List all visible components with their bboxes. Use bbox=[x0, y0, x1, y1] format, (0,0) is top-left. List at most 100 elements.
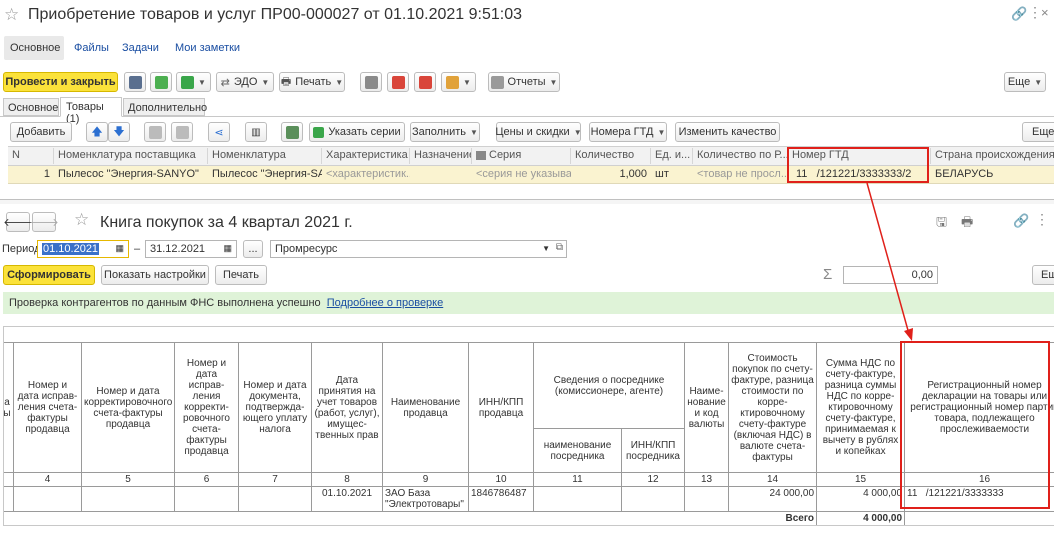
fill-button[interactable]: Заполнить ▼ bbox=[410, 122, 480, 142]
copy-button[interactable] bbox=[144, 122, 166, 142]
more-button[interactable]: Еще ▼ bbox=[1004, 72, 1046, 92]
hdr-5: Номер и дата корректировочного счета-фак… bbox=[81, 342, 175, 473]
col-country[interactable]: Страна происхождения bbox=[931, 148, 1054, 164]
journal-icon bbox=[364, 75, 378, 89]
pick-button[interactable] bbox=[281, 122, 303, 142]
menu-dots-icon[interactable]: ⋮ bbox=[1028, 4, 1042, 21]
link-icon[interactable]: 🔗 bbox=[1011, 6, 1027, 22]
nav-main[interactable]: Основное bbox=[10, 42, 60, 54]
attach-icon bbox=[446, 75, 460, 89]
close-icon[interactable]: × bbox=[1041, 5, 1049, 20]
post-close-button[interactable]: Провести и закрыть bbox=[3, 72, 118, 92]
period-select-button[interactable]: ... bbox=[243, 240, 263, 258]
colnum-10: 10 bbox=[468, 472, 534, 487]
org-value: Промресурс bbox=[275, 243, 338, 255]
chevron-down-icon: ▼ bbox=[657, 127, 666, 137]
sum-icon: Σ bbox=[823, 266, 833, 283]
nav-notes[interactable]: Мои заметки bbox=[175, 42, 240, 54]
col-series-label: Серия bbox=[489, 149, 522, 161]
cell-country: БЕЛАРУСЬ bbox=[935, 168, 994, 180]
report-more-button[interactable]: Ещ bbox=[1032, 265, 1054, 285]
chevron-down-icon: ▼ bbox=[335, 77, 344, 87]
journal-button[interactable] bbox=[360, 72, 382, 92]
series-label: Указать серии bbox=[328, 126, 401, 138]
tab-additional[interactable]: Дополнительно bbox=[123, 98, 207, 116]
star-icon[interactable]: ☆ bbox=[4, 5, 19, 25]
reports-button[interactable]: Отчеты ▼ bbox=[488, 72, 560, 92]
col-characteristic[interactable]: Характеристика bbox=[322, 148, 410, 164]
prices-button[interactable]: Цены и скидки ▼ bbox=[495, 122, 582, 142]
col-number-row: 4 5 6 7 8 9 10 11 12 13 14 15 16 bbox=[4, 472, 1054, 487]
generate-label: Сформировать bbox=[7, 269, 91, 281]
show-settings-button[interactable]: Показать настройки bbox=[101, 265, 209, 285]
reports-label: Отчеты bbox=[507, 76, 546, 88]
notice-link[interactable]: Подробнее о проверке bbox=[327, 297, 443, 309]
barcode-button[interactable]: ▥ bbox=[245, 122, 267, 142]
col-qty[interactable]: Количество bbox=[571, 148, 651, 164]
move-up-button[interactable]: 🡅 bbox=[86, 122, 108, 142]
cell-series: <серия не указыва... bbox=[476, 168, 571, 180]
colnum-6: 6 bbox=[174, 472, 239, 487]
at-kt-button[interactable] bbox=[414, 72, 436, 92]
printer-icon[interactable]: 🖶 bbox=[961, 213, 973, 235]
paste-button[interactable] bbox=[171, 122, 193, 142]
tab-goods[interactable]: Товары (1) bbox=[60, 97, 122, 125]
add-label: Добавить bbox=[16, 126, 66, 138]
link-icon[interactable]: 🔗 bbox=[1013, 213, 1029, 229]
attach-button[interactable]: ▼ bbox=[441, 72, 476, 92]
share-button[interactable]: ⋖ bbox=[208, 122, 230, 142]
move-down-button[interactable]: 🡇 bbox=[108, 122, 130, 142]
date-to-value: 31.12.2021 bbox=[150, 243, 206, 255]
chevron-down-icon: ▼ bbox=[463, 77, 471, 87]
date-to-input[interactable]: 31.12.2021 ▦ bbox=[145, 240, 237, 258]
print-report-button[interactable]: Печать bbox=[215, 265, 267, 285]
calendar-icon[interactable]: ▦ bbox=[223, 243, 232, 254]
notice-text: Проверка контрагентов по данным ФНС выпо… bbox=[9, 297, 321, 309]
star-icon[interactable]: ☆ bbox=[74, 210, 89, 230]
col-n[interactable]: N bbox=[8, 148, 54, 164]
calendar-icon[interactable]: ▦ bbox=[115, 243, 124, 254]
post-button[interactable] bbox=[150, 72, 172, 92]
col-purpose[interactable]: Назначение bbox=[410, 148, 472, 164]
menu-dots-icon[interactable]: ⋮ bbox=[1035, 211, 1049, 228]
open-icon[interactable]: ⧉ bbox=[556, 242, 563, 253]
table-row[interactable]: 01.10.2021 ЗАО База "Электротовары" 1846… bbox=[4, 486, 1054, 512]
post-close-label: Провести и закрыть bbox=[5, 76, 116, 88]
report-area: а ы Номер и дата исправ­ления счета-факт… bbox=[3, 326, 1054, 526]
barcode-icon: ▥ bbox=[251, 126, 261, 138]
save-button[interactable] bbox=[124, 72, 146, 92]
chevron-down-icon[interactable]: ▼ bbox=[542, 244, 550, 253]
nav-files[interactable]: Файлы bbox=[74, 42, 109, 54]
quality-button[interactable]: Изменить качество bbox=[675, 122, 780, 142]
print-label: Печать bbox=[295, 76, 332, 88]
add-button[interactable]: Добавить bbox=[10, 122, 72, 142]
generate-button[interactable]: Сформировать bbox=[3, 265, 95, 285]
hdr-6: Номер и дата исправ­ления корректи­ровоч… bbox=[174, 342, 239, 473]
copy-icon bbox=[148, 125, 162, 139]
date-from-input[interactable]: 01.10.2021 ▦ bbox=[37, 240, 129, 258]
gtd-button[interactable]: Номера ГТД ▼ bbox=[589, 122, 667, 142]
back-button[interactable]: 🡐 bbox=[3, 212, 33, 232]
items-more-button[interactable]: Еще bbox=[1022, 122, 1054, 142]
dt-kt-button[interactable] bbox=[387, 72, 409, 92]
tab-main[interactable]: Основное bbox=[3, 98, 59, 116]
col-series[interactable]: Серия bbox=[472, 148, 571, 164]
series-col-icon bbox=[476, 150, 486, 160]
save-icon[interactable]: 🖫 bbox=[936, 213, 947, 235]
col-qty-r[interactable]: Количество по Р... bbox=[693, 148, 788, 164]
col-supplier-item[interactable]: Номенклатура поставщика bbox=[54, 148, 208, 164]
col-item[interactable]: Номенклатура bbox=[208, 148, 322, 164]
series-button[interactable]: Указать серии bbox=[309, 122, 405, 142]
create-based-button[interactable]: ▼ bbox=[176, 72, 211, 92]
hdr-13: Наиме­нование и код валюты bbox=[684, 342, 730, 473]
hdr-10: ИНН/КПП продавца bbox=[468, 342, 534, 473]
col-unit[interactable]: Ед. и... bbox=[651, 148, 693, 164]
splitter[interactable] bbox=[0, 199, 1054, 204]
nav-tasks[interactable]: Задачи bbox=[122, 42, 159, 54]
pick-icon bbox=[285, 125, 299, 139]
print-button[interactable]: 🖶 Печать ▼ bbox=[279, 72, 345, 92]
forward-button[interactable]: 🡒 bbox=[29, 212, 59, 232]
edo-button[interactable]: ⇄ ЭДО ▼ bbox=[216, 72, 274, 92]
org-select[interactable]: Промресурс ▼ ⧉ bbox=[270, 240, 567, 258]
cell-vat: 4 000,00 bbox=[816, 486, 906, 512]
